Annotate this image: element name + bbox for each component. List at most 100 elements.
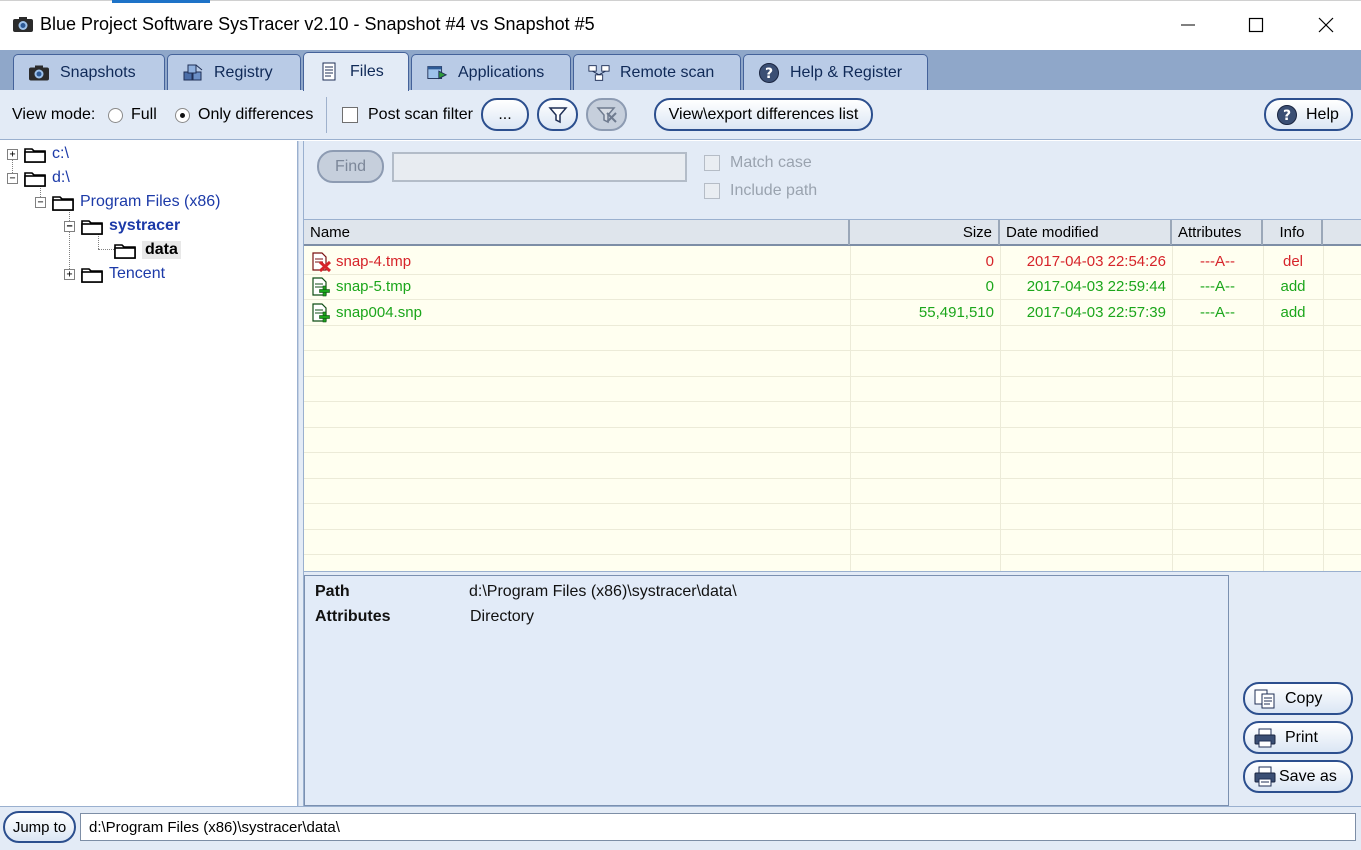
registry-cubes-icon — [183, 64, 203, 80]
expand-icon[interactable]: + — [7, 148, 18, 160]
table-row[interactable]: snap-4.tmp 0 2017-04-03 22:54:26 ---A-- … — [304, 249, 1361, 274]
tree-node-c-drive[interactable]: + c:\ — [7, 143, 69, 165]
expand-icon[interactable]: + — [64, 268, 75, 280]
attributes-label: Attributes — [315, 608, 391, 625]
title-bar: Blue Project Software SysTracer v2.10 - … — [0, 0, 1361, 50]
tab-label: Applications — [458, 63, 545, 81]
save-as-button[interactable]: Save as — [1243, 760, 1353, 793]
printer-icon — [1254, 728, 1276, 747]
help-label: Help — [1306, 105, 1339, 123]
grid-line — [304, 376, 1361, 377]
table-row[interactable]: snap-5.tmp 0 2017-04-03 22:59:44 ---A-- … — [304, 274, 1361, 299]
file-name: snap004.snp — [336, 304, 422, 321]
view-mode-label: View mode: — [12, 106, 96, 123]
table-row[interactable]: snap004.snp 55,491,510 2017-04-03 22:57:… — [304, 300, 1361, 325]
path-value: d:\Program Files (x86)\systracer\data\ — [469, 583, 737, 600]
column-header-size[interactable]: Size — [850, 220, 1000, 245]
tree-node-label: d:\ — [52, 169, 70, 186]
print-button[interactable]: Print — [1243, 721, 1353, 754]
close-icon — [1318, 17, 1334, 33]
post-scan-filter-label: Post scan filter — [368, 106, 473, 123]
match-case-checkbox[interactable]: Match case — [704, 154, 812, 172]
filter-options-button[interactable]: ... — [481, 98, 529, 131]
only-differences-label: Only differences — [198, 106, 314, 123]
column-header-date-modified[interactable]: Date modified — [1000, 220, 1172, 245]
svg-text:?: ? — [765, 66, 773, 82]
folder-icon — [24, 147, 46, 163]
tab-registry[interactable]: Registry — [167, 54, 301, 90]
column-header-name[interactable]: Name — [304, 220, 850, 245]
maximize-button[interactable] — [1241, 12, 1271, 38]
copy-button[interactable]: Copy — [1243, 682, 1353, 715]
tab-applications[interactable]: Applications — [411, 54, 571, 90]
save-as-icon — [1254, 766, 1276, 786]
column-header-info[interactable]: Info — [1263, 220, 1323, 245]
cell-attributes: ---A-- — [1200, 278, 1235, 295]
apply-filter-button[interactable] — [537, 98, 578, 131]
jump-to-button[interactable]: Jump to — [3, 811, 76, 843]
tab-remote-scan[interactable]: Remote scan — [573, 54, 741, 90]
details-panel: Path d:\Program Files (x86)\systracer\da… — [304, 575, 1229, 806]
include-path-checkbox[interactable]: Include path — [704, 182, 817, 200]
copy-icon — [1254, 689, 1275, 708]
tab-files[interactable]: Files — [303, 52, 409, 91]
grid-line — [304, 554, 1361, 555]
tree-node-systracer[interactable]: − systracer — [64, 215, 180, 237]
folder-icon — [24, 171, 46, 187]
find-button[interactable]: Find — [317, 150, 384, 183]
column-header-attributes[interactable]: Attributes — [1172, 220, 1263, 245]
file-name: snap-4.tmp — [336, 253, 412, 270]
help-button[interactable]: ? Help — [1264, 98, 1353, 131]
file-list: Name Size Date modified Attributes Info … — [304, 219, 1361, 571]
path-label: Path — [315, 583, 350, 600]
folder-icon — [114, 243, 136, 259]
grid-line — [304, 529, 1361, 530]
view-export-differences-button[interactable]: View\export differences list — [654, 98, 873, 131]
collapse-icon[interactable]: − — [64, 220, 75, 232]
tree-node-data[interactable]: data — [114, 239, 181, 261]
folder-icon — [81, 267, 103, 283]
cell-name: snap-4.tmp — [304, 249, 850, 274]
find-input[interactable] — [392, 152, 687, 182]
collapse-icon[interactable]: − — [35, 196, 46, 208]
post-scan-filter-checkbox[interactable]: Post scan filter — [342, 90, 473, 140]
cell-info: add — [1280, 304, 1306, 321]
file-added-icon — [312, 276, 330, 296]
grid-line — [304, 478, 1361, 479]
tree-node-program-files-x86[interactable]: − Program Files (x86) — [35, 191, 220, 213]
tab-help-register[interactable]: ? Help & Register — [743, 54, 928, 90]
cell-size: 55,491,510 — [918, 304, 994, 321]
grid-line — [304, 325, 1361, 326]
minimize-button[interactable] — [1173, 12, 1203, 38]
tab-label: Registry — [214, 63, 273, 81]
minimize-icon — [1181, 24, 1195, 26]
copy-label: Copy — [1285, 689, 1323, 707]
cell-info: add — [1280, 278, 1306, 295]
clear-filter-button[interactable] — [586, 98, 627, 131]
cell-size: 0 — [985, 278, 994, 295]
close-button[interactable] — [1311, 12, 1341, 38]
window-title: Blue Project Software SysTracer v2.10 - … — [40, 14, 595, 34]
maximize-icon — [1248, 17, 1264, 33]
checkbox-box — [704, 183, 720, 199]
view-mode-full-radio[interactable]: Full — [108, 90, 157, 140]
tree-node-tencent[interactable]: + Tencent — [64, 263, 165, 285]
network-icon — [588, 64, 610, 81]
tab-label: Files — [350, 63, 384, 80]
save-as-label: Save as — [1279, 767, 1337, 785]
tree-node-label-selected: data — [142, 241, 181, 259]
cell-name: snap-5.tmp — [304, 274, 850, 299]
tab-snapshots[interactable]: Snapshots — [13, 54, 165, 90]
funnel-icon — [547, 106, 568, 123]
collapse-icon[interactable]: − — [7, 172, 18, 184]
grid-line — [304, 401, 1361, 402]
funnel-clear-icon — [595, 106, 617, 123]
tab-label: Snapshots — [60, 63, 136, 81]
view-mode-only-differences-radio[interactable]: Only differences — [175, 90, 313, 140]
cell-date-modified: 2017-04-03 22:57:39 — [1026, 304, 1166, 321]
title-bar-accent — [112, 0, 210, 3]
camera-icon — [13, 17, 33, 32]
jump-path-field[interactable]: d:\Program Files (x86)\systracer\data\ — [80, 813, 1356, 841]
tree-node-d-drive[interactable]: − d:\ — [7, 167, 70, 189]
match-case-label: Match case — [730, 154, 812, 171]
